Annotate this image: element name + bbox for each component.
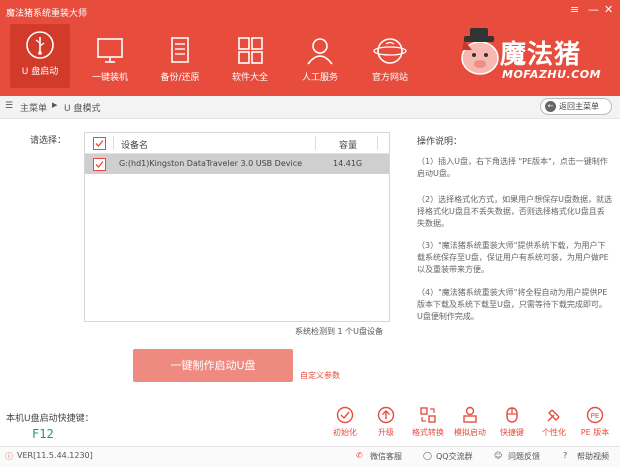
tool-label: 升级: [378, 428, 394, 437]
qq-group-link[interactable]: QQ交流群: [436, 451, 473, 462]
version-text: VER[11.5.44.1230]: [17, 451, 93, 460]
table-header: 设备名 容量: [85, 133, 389, 154]
tool-pe-version[interactable]: PE PE 版本: [575, 406, 615, 438]
hotkey-label: 本机U盘启动快捷键：: [6, 414, 94, 424]
app-title: 魔法猪系统重装大师: [6, 9, 88, 19]
device-capacity: 14.41G: [333, 159, 363, 168]
back-to-main-button[interactable]: ← 返回主菜单: [540, 98, 612, 115]
document-icon: [171, 37, 189, 63]
mouse-icon: [506, 407, 518, 423]
upgrade-icon: [377, 406, 395, 424]
list-icon: ☰: [5, 101, 14, 111]
header-capacity: 容量: [339, 141, 358, 151]
custom-params-link[interactable]: 自定义参数: [300, 370, 340, 381]
tool-hotkey[interactable]: 快捷键: [492, 406, 532, 438]
nav-label: 软件大全: [231, 73, 268, 83]
tool-label: 格式转换: [412, 428, 444, 437]
nav-backup-restore[interactable]: 备份/还原: [150, 30, 210, 90]
check-circle-icon: [336, 406, 354, 424]
logo-text: 魔法猪: [500, 40, 582, 70]
select-all-checkbox[interactable]: [93, 137, 106, 150]
table-row[interactable]: G:(hd1)Kingston DataTraveler 3.0 USB Dev…: [85, 154, 389, 174]
tool-label: 个性化: [542, 428, 566, 437]
checkmark-icon: [95, 161, 104, 168]
convert-icon: [420, 407, 436, 423]
column-divider: [377, 136, 378, 150]
back-label: 返回主菜单: [559, 102, 599, 111]
breadcrumb-separator: ▶: [52, 101, 58, 109]
help-icon: ?: [563, 451, 568, 460]
column-divider: [113, 136, 114, 150]
grid-icon: [238, 37, 263, 64]
breadcrumb-current: U 盘模式: [64, 104, 101, 114]
hotkey-value: F12: [32, 427, 54, 441]
instruction-step: （1）插入U盘，右下角选择 "PE版本"，点击一键制作启动U盘。: [417, 157, 608, 178]
globe-icon: [373, 38, 407, 64]
nav-label: 官方网站: [371, 73, 408, 83]
logo-subtitle: MOFAZHU.COM: [502, 68, 602, 81]
status-text: 系统检测到 1 个U盘设备: [295, 327, 384, 336]
tool-label: 初始化: [333, 428, 357, 437]
breadcrumb-main-menu[interactable]: 主菜单: [20, 101, 47, 114]
device-name: G:(hd1)Kingston DataTraveler 3.0 USB Dev…: [119, 159, 303, 168]
user-icon: [307, 38, 333, 65]
nav-label: 备份/还原: [160, 73, 200, 83]
nav-label: U 盘启动: [21, 67, 59, 77]
usb-icon: [26, 31, 54, 59]
info-icon: ⓘ: [5, 452, 13, 461]
instruction-step: （2）选择格式化方式，如果用户想保存U盘数据，就选择格式化U盘且不丢失数据，否则…: [417, 195, 612, 228]
tool-label: 快捷键: [500, 428, 524, 437]
tool-upgrade[interactable]: 升级: [366, 406, 406, 438]
feedback-link[interactable]: 问题反馈: [508, 451, 540, 462]
wechat-service-link[interactable]: 微信客服: [370, 451, 402, 462]
menu-icon[interactable]: ≡: [570, 3, 579, 16]
monitor-icon: [97, 38, 123, 63]
make-boot-usb-button[interactable]: 一键制作启动U盘: [133, 349, 293, 382]
device-table: 设备名 容量 G:(hd1)Kingston DataTraveler 3.0 …: [84, 132, 390, 322]
instruction-step: （4）"魔法猪系统重装大师"将全程自动为用户提供PE版本下载及系统下载至U盘，只…: [417, 288, 608, 321]
nav-label: 人工服务: [301, 73, 338, 83]
select-label: 请选择：: [30, 136, 67, 146]
nav-manual-service[interactable]: 人工服务: [290, 30, 350, 90]
device-checkbox[interactable]: [93, 158, 106, 171]
wechat-icon: ✆: [356, 451, 363, 460]
minimize-icon[interactable]: —: [588, 3, 599, 16]
tool-simulate-boot[interactable]: 模拟启动: [450, 406, 490, 438]
nav-official-site[interactable]: 官方网站: [360, 30, 420, 90]
help-video-link[interactable]: 帮助视频: [577, 451, 609, 462]
tool-label: 模拟启动: [454, 428, 486, 437]
pe-icon: PE: [586, 406, 604, 424]
nav-one-key-install[interactable]: 一键装机: [80, 30, 140, 90]
svg-text:PE: PE: [591, 412, 600, 420]
checkmark-icon: [95, 140, 104, 147]
header-device: 设备名: [121, 141, 149, 151]
qq-icon: ◯: [423, 451, 432, 460]
nav-software[interactable]: 软件大全: [220, 30, 280, 90]
column-divider: [315, 136, 316, 150]
nav-label: 一键装机: [91, 73, 128, 83]
instruction-step: （3）"魔法猪系统重装大师"提供系统下载，为用户下载系统保存至U盘，保证用户有系…: [417, 241, 609, 274]
instructions-title: 操作说明：: [417, 137, 463, 147]
tool-initialize[interactable]: 初始化: [325, 406, 365, 438]
close-icon[interactable]: ✕: [604, 3, 613, 16]
feedback-icon: ☺: [494, 451, 503, 460]
tool-personalize[interactable]: 个性化: [534, 406, 574, 438]
tool-label: PE 版本: [580, 428, 610, 437]
brush-icon: [547, 409, 560, 422]
nav-usb-boot[interactable]: U 盘启动: [10, 24, 70, 88]
tool-format-convert[interactable]: 格式转换: [408, 406, 448, 438]
simulate-icon: [463, 406, 477, 423]
back-arrow-icon: ←: [545, 101, 556, 112]
